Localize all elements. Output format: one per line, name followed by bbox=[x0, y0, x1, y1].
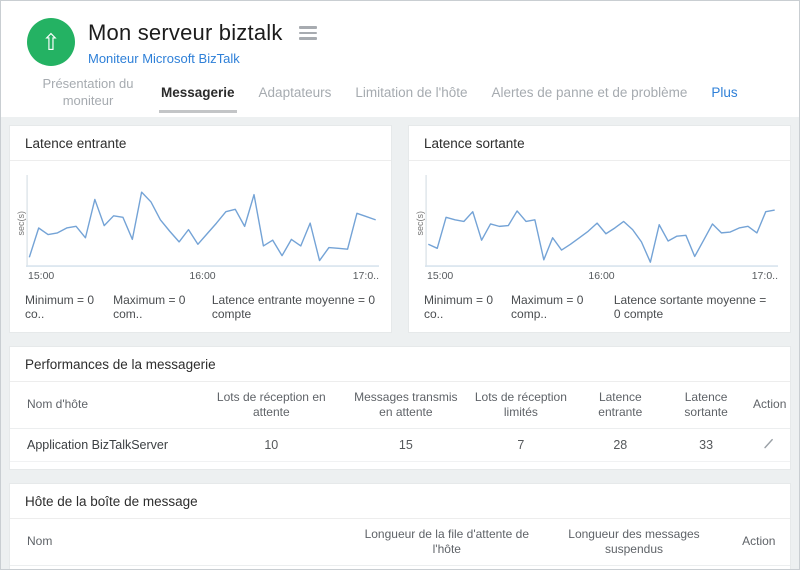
chart-stat: Latence sortante moyenne = 0 compte bbox=[613, 292, 767, 321]
x-axis-ticks: 15:00 16:00 17:0.. bbox=[26, 270, 379, 285]
chart-card: Latence sortante sec(s) 15:00 16:00 17:0..… bbox=[408, 124, 791, 333]
title-block: Mon serveur biztalk Moniteur Microsoft B… bbox=[88, 18, 317, 68]
table-title: Performances de la messagerie bbox=[10, 347, 790, 382]
tab-presentation-du-moniteur[interactable]: Présentation du moniteur bbox=[27, 72, 149, 117]
x-tick: 15:00 bbox=[28, 269, 55, 282]
tab-limitation-de-l-hote[interactable]: Limitation de l'hôte bbox=[343, 75, 479, 113]
tables-area: Performances de la messagerie Nom d'hôte… bbox=[9, 345, 791, 569]
hamburger-menu-icon[interactable] bbox=[298, 23, 317, 42]
y-axis-label: sec(s) bbox=[415, 210, 425, 236]
content-area: Latence entrante sec(s) 15:00 16:00 17:0..… bbox=[1, 116, 799, 569]
x-tick: 17:0.. bbox=[352, 269, 379, 282]
tab-plus[interactable]: Plus bbox=[699, 75, 749, 113]
row-value-cell: 15 bbox=[345, 428, 467, 462]
data-table: Nom d'hôte Lots de réception en attente Me… bbox=[10, 381, 790, 462]
y-axis-label: sec(s) bbox=[16, 210, 26, 236]
chart-body: sec(s) 15:00 16:00 17:0.. bbox=[409, 161, 790, 285]
tab-alertes-de-panne-et-de-probleme[interactable]: Alertes de panne et de problème bbox=[480, 75, 700, 113]
table-header-row: Nom Longueur de la file d'attente de l'hô… bbox=[10, 518, 790, 566]
column-header: Messages transmis en attente bbox=[345, 381, 467, 429]
row-value-cell: 28 bbox=[575, 428, 666, 462]
chart-card: Latence entrante sec(s) 15:00 16:00 17:0..… bbox=[9, 124, 392, 333]
column-header: Latence entrante bbox=[575, 381, 666, 429]
chart-stat: Minimum = 0 co.. bbox=[25, 292, 95, 321]
up-arrow-status-icon: ⇧ bbox=[27, 18, 75, 66]
row-value-cell: 0 bbox=[540, 565, 728, 569]
x-tick: 16:00 bbox=[189, 269, 216, 282]
page-title: Mon serveur biztalk bbox=[88, 20, 283, 45]
up-arrow-glyph: ⇧ bbox=[41, 29, 61, 56]
table-title: Hôte de la boîte de message bbox=[10, 484, 790, 519]
row-value-cell: 1 bbox=[353, 565, 541, 569]
column-header: Lots de réception limités bbox=[466, 381, 576, 429]
table-row: Application BizTalkServer 10 15 7 28 33 bbox=[10, 428, 790, 462]
x-tick: 15:00 bbox=[427, 269, 454, 282]
x-tick: 16:00 bbox=[588, 269, 615, 282]
tab-adaptateurs[interactable]: Adaptateurs bbox=[247, 75, 344, 113]
column-header: Longueur de la file d'attente de l'hôte bbox=[353, 518, 541, 566]
chart-title: Latence entrante bbox=[10, 126, 391, 161]
chart-plot: 15:00 16:00 17:0.. bbox=[425, 175, 778, 285]
pencil-edit-icon[interactable] bbox=[762, 437, 775, 450]
row-name-cell: Application BizTalkServer bbox=[10, 428, 198, 462]
column-header: Action bbox=[747, 381, 790, 429]
chart-plot: 15:00 16:00 17:0.. bbox=[26, 175, 379, 285]
x-axis-ticks: 15:00 16:00 17:0.. bbox=[425, 270, 778, 285]
table-row: application biztalkserver: biztalmsgboxd… bbox=[10, 565, 790, 569]
column-header: Longueur des messages suspendus bbox=[540, 518, 728, 566]
chart-stat: Maximum = 0 com.. bbox=[113, 292, 186, 321]
chart-body: sec(s) 15:00 16:00 17:0.. bbox=[10, 161, 391, 285]
chart-stat: Minimum = 0 co.. bbox=[424, 292, 494, 321]
chart-stat: Maximum = 0 comp.. bbox=[511, 292, 584, 321]
column-header: Nom bbox=[10, 518, 354, 566]
row-value-cell: 33 bbox=[665, 428, 748, 462]
x-tick: 17:0.. bbox=[751, 269, 778, 282]
chart-title: Latence sortante bbox=[409, 126, 790, 161]
monitor-header: ⇧ Mon serveur biztalk Moniteur Microsoft… bbox=[1, 1, 799, 68]
column-header: Lots de réception en attente bbox=[197, 381, 346, 429]
chart-stats: Minimum = 0 co.. Maximum = 0 comp.. Latenc… bbox=[409, 285, 790, 332]
data-table: Nom Longueur de la file d'attente de l'hô… bbox=[10, 518, 790, 569]
line-chart bbox=[425, 175, 778, 267]
row-value-cell: 7 bbox=[466, 428, 576, 462]
row-name-cell: application biztalkserver: biztalmsgboxd… bbox=[10, 565, 354, 569]
chart-stats: Minimum = 0 co.. Maximum = 0 com.. Latence… bbox=[10, 285, 391, 332]
column-header: Action bbox=[727, 518, 790, 566]
chart-stat: Latence entrante moyenne = 0 compte bbox=[211, 292, 375, 321]
line-chart bbox=[26, 175, 379, 267]
row-value-cell: 10 bbox=[197, 428, 346, 462]
table-card-performances-messagerie: Performances de la messagerie Nom d'hôte… bbox=[9, 345, 791, 470]
app-window: ⇧ Mon serveur biztalk Moniteur Microsoft… bbox=[0, 0, 800, 570]
tab-messagerie[interactable]: Messagerie bbox=[149, 75, 247, 114]
table-header-row: Nom d'hôte Lots de réception en attente Me… bbox=[10, 381, 790, 429]
tab-bar: Présentation du moniteur Messagerie Adapta… bbox=[1, 68, 799, 117]
column-header: Nom d'hôte bbox=[10, 381, 198, 429]
charts-row: Latence entrante sec(s) 15:00 16:00 17:0..… bbox=[9, 124, 791, 333]
monitor-type-link[interactable]: Moniteur Microsoft BizTalk bbox=[88, 51, 240, 66]
column-header: Latence sortante bbox=[665, 381, 748, 429]
table-card-hote-boite-message: Hôte de la boîte de message Nom Longueur … bbox=[9, 482, 791, 569]
